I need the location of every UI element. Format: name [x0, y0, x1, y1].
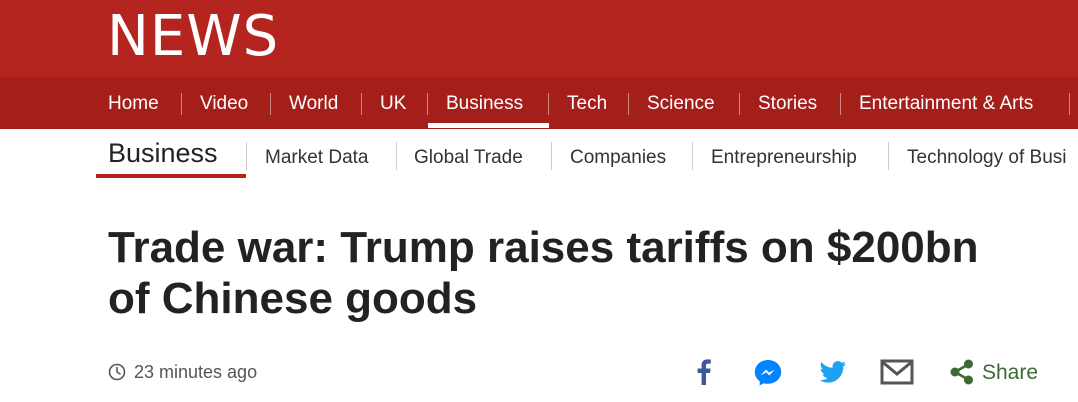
- nav-item-entertainment-arts[interactable]: Entertainment & Arts: [859, 77, 1033, 129]
- headline-line-1: Trade war: Trump raises tariffs on $200b…: [108, 223, 979, 272]
- section-title[interactable]: Business: [108, 138, 218, 169]
- masthead: NEWS: [0, 0, 1078, 77]
- nav-item-stories[interactable]: Stories: [758, 77, 817, 129]
- nav-item-world[interactable]: World: [289, 77, 338, 129]
- article-headline: Trade war: Trump raises tariffs on $200b…: [108, 222, 1068, 324]
- messenger-icon[interactable]: [753, 358, 783, 386]
- clock-icon: [108, 363, 126, 381]
- subnav-divider: [888, 142, 889, 170]
- twitter-icon[interactable]: [818, 358, 848, 386]
- subnav-item-global-trade[interactable]: Global Trade: [414, 147, 523, 169]
- subnav-divider: [246, 142, 247, 170]
- share-icon[interactable]: [949, 358, 975, 386]
- nav-divider: [548, 93, 549, 115]
- share-button-label[interactable]: Share: [982, 361, 1038, 385]
- nav-divider: [270, 93, 271, 115]
- primary-nav: Home Video World UK Business Tech Scienc…: [0, 77, 1078, 129]
- subnav-divider: [692, 142, 693, 170]
- headline-line-2: of Chinese goods: [108, 274, 478, 323]
- nav-item-home[interactable]: Home: [108, 77, 159, 129]
- subnav-item-companies[interactable]: Companies: [570, 147, 666, 169]
- nav-item-video[interactable]: Video: [200, 77, 248, 129]
- nav-divider: [840, 93, 841, 115]
- article-timestamp: 23 minutes ago: [134, 361, 258, 382]
- nav-divider: [628, 93, 629, 115]
- nav-item-tech[interactable]: Tech: [567, 77, 607, 129]
- nav-divider: [181, 93, 182, 115]
- subnav-item-entrepreneurship[interactable]: Entrepreneurship: [711, 147, 857, 169]
- article-meta: 23 minutes ago: [108, 360, 257, 384]
- news-logo[interactable]: NEWS: [107, 6, 279, 68]
- email-icon[interactable]: [880, 358, 914, 386]
- facebook-icon[interactable]: [692, 358, 714, 386]
- subnav-item-market-data[interactable]: Market Data: [265, 147, 368, 169]
- nav-divider: [739, 93, 740, 115]
- subnav-divider: [551, 142, 552, 170]
- subnav-divider: [396, 142, 397, 170]
- nav-active-indicator: [428, 123, 549, 128]
- nav-item-science[interactable]: Science: [647, 77, 715, 129]
- nav-item-business[interactable]: Business: [446, 77, 523, 129]
- nav-divider: [361, 93, 362, 115]
- nav-divider: [427, 93, 428, 115]
- section-title-underline: [96, 174, 246, 178]
- nav-divider: [1069, 93, 1070, 115]
- nav-item-uk[interactable]: UK: [380, 77, 406, 129]
- subnav-item-technology-of-business[interactable]: Technology of Busi: [907, 147, 1067, 169]
